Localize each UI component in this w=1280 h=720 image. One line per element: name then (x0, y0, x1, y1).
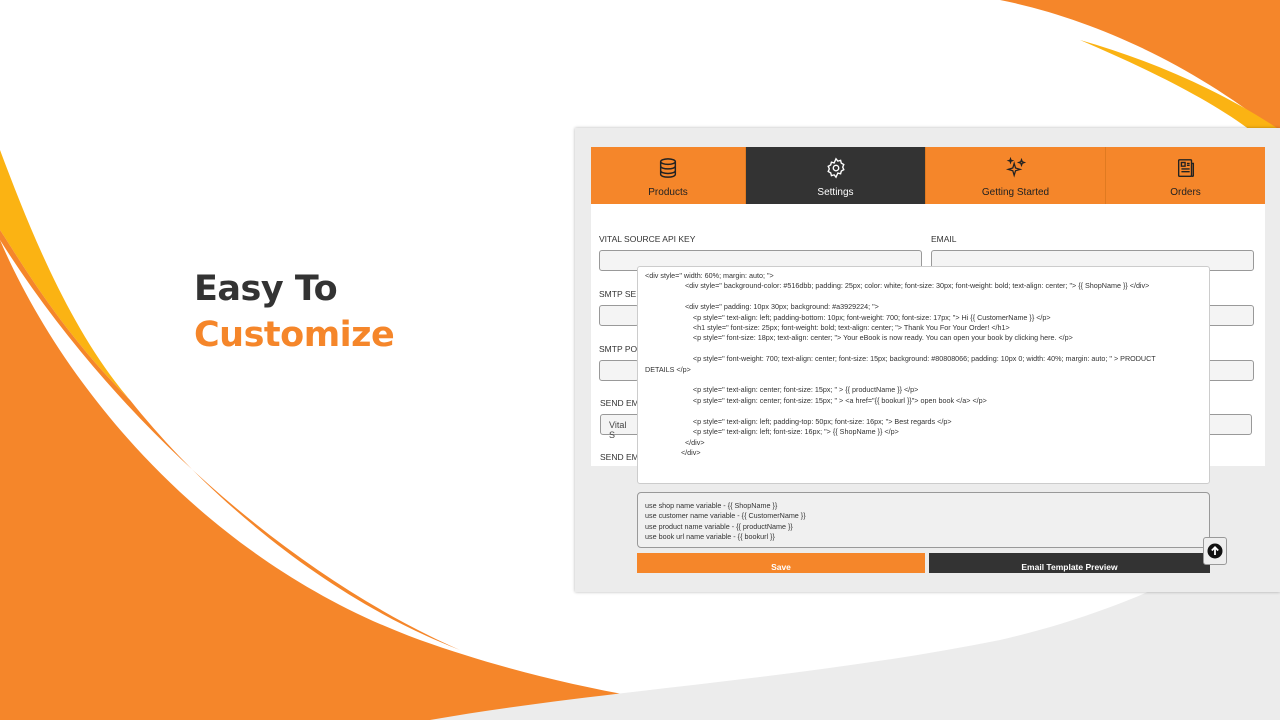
send-email-field-right[interactable] (1205, 414, 1252, 435)
tab-label: Getting Started (981, 187, 1050, 198)
headline-line2: Customize (194, 315, 395, 355)
variable-hint: use book url name variable - {{ bookurl … (645, 532, 775, 542)
arrow-up-circle-icon (1207, 543, 1223, 559)
tab-settings[interactable]: Settings (746, 147, 926, 204)
send-email-label: SEND EM (600, 398, 639, 408)
database-icon (659, 158, 677, 178)
tab-label: Products (648, 187, 688, 198)
smtp-port-input[interactable] (599, 360, 639, 381)
smtp-field-right-2[interactable] (1205, 360, 1254, 381)
tab-bar: Products Settings Getting Started Orders (591, 147, 1265, 204)
tab-label: Orders (1170, 187, 1201, 198)
email-template-textarea[interactable]: <div style=" width: 60%; margin: auto; "… (637, 266, 1210, 484)
smtp-field-right[interactable] (1205, 305, 1254, 326)
email-label: EMAIL (931, 234, 957, 244)
api-key-label: VITAL SOURCE API KEY (599, 234, 696, 244)
tab-getting-started[interactable]: Getting Started (926, 147, 1106, 204)
smtp-server-input[interactable] (599, 305, 639, 326)
tab-products[interactable]: Products (591, 147, 746, 204)
variables-help: use shop name variable - {{ ShopName }} … (637, 492, 1210, 548)
send-email-label-2: SEND EM (600, 452, 639, 462)
variable-hint: use shop name variable - {{ ShopName }} (645, 501, 778, 510)
newspaper-icon (1177, 159, 1194, 177)
headline-line1: Easy To (194, 269, 338, 309)
headline: Easy To Customize (194, 266, 395, 358)
smtp-port-label: SMTP PO (599, 344, 638, 354)
app-screenshot: Products Settings Getting Started Orders… (575, 128, 1280, 592)
variable-hint: use product name variable - {{ productNa… (645, 521, 793, 531)
gear-icon (826, 157, 845, 179)
smtp-server-label: SMTP SE (599, 289, 637, 299)
send-email-select[interactable]: Vital S (600, 414, 640, 440)
email-template-preview-button[interactable]: Email Template Preview (929, 553, 1210, 573)
scroll-to-top-button[interactable] (1203, 537, 1227, 565)
variable-hint: use customer name variable - {{ Customer… (645, 511, 806, 521)
tab-orders[interactable]: Orders (1106, 147, 1265, 204)
save-button[interactable]: Save (637, 553, 925, 573)
tab-label: Settings (817, 187, 854, 198)
sparkles-icon (1005, 157, 1026, 178)
